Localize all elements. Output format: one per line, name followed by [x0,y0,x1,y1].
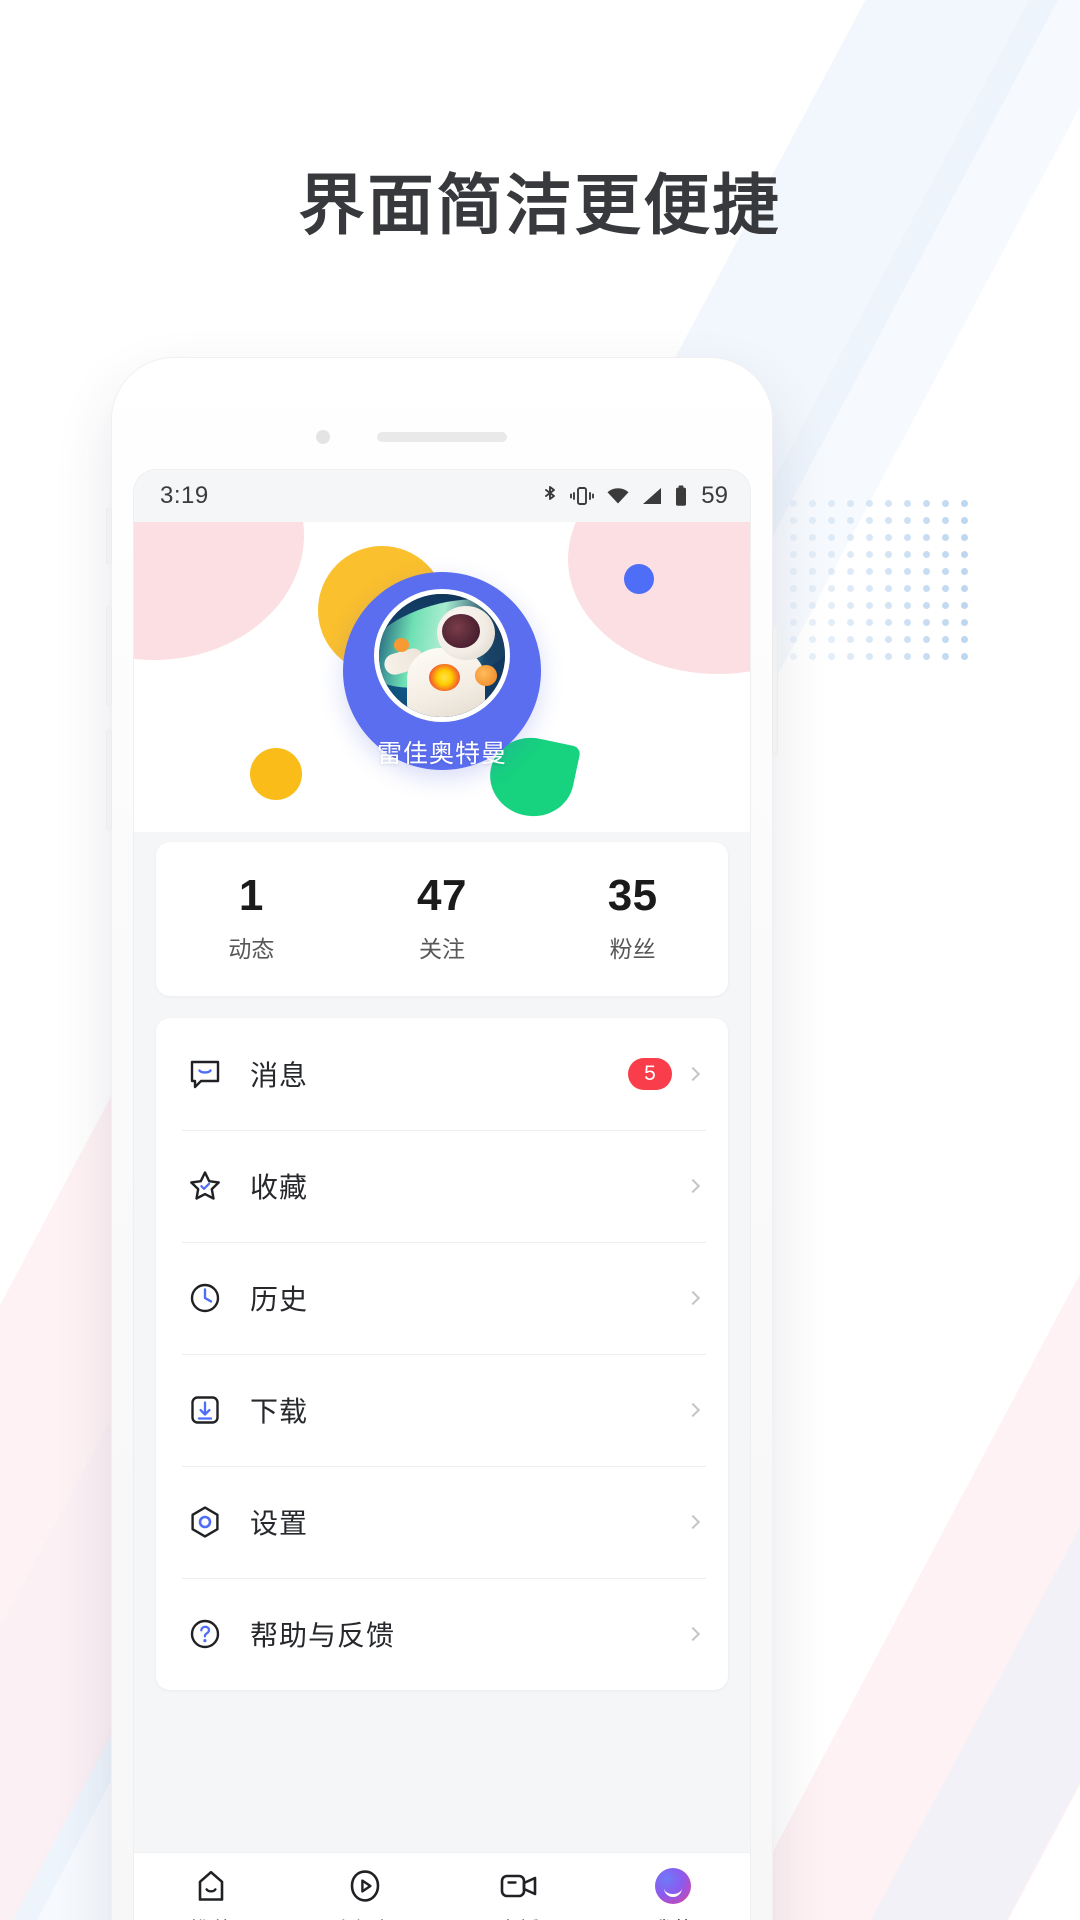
chevron-right-icon [685,1178,701,1193]
chevron-right-icon [685,1402,701,1417]
help-icon [182,1617,228,1651]
shortvideo-icon [347,1867,383,1905]
menu-card: 消息 5 收藏历史下载设置帮助与反馈 [156,1017,728,1690]
unread-badge: 5 [628,1057,672,1090]
status-bar-clock: 3:19 [160,482,209,509]
menu-item-帮助与反馈[interactable]: 帮助与反馈 [182,1577,706,1690]
stat-label: 粉丝 [609,935,656,962]
stats-card: 1 动态 47 关注 35 粉丝 [156,842,728,996]
decorative-blob-blue [624,564,654,594]
screenshot-stage: 界面简洁更便捷 3:19 59 雷佳奥特曼 1 动态 47 关注 35 粉丝 消… [0,0,1080,1920]
username-label: 雷佳奥特曼 [376,740,507,768]
profile-header: 雷佳奥特曼 [134,522,750,832]
tab-直播[interactable]: 直播 [442,1867,596,1920]
bottom-tab-bar: 推荐 小视频 直播 我的 [134,1852,750,1920]
volume-down-button [106,730,112,830]
phone-screen: 3:19 59 雷佳奥特曼 1 动态 47 关注 35 粉丝 消息 5 收藏 历… [134,470,750,1920]
stat-value: 35 [607,871,658,920]
phone-button [106,508,112,564]
front-camera [316,430,330,444]
dot-grid-decoration [790,500,970,675]
cellular-signal-icon [641,486,663,506]
live-icon [499,1867,539,1905]
profile-avatar-icon [655,1867,691,1905]
menu-item-label: 下载 [250,1395,309,1427]
tab-label: 推荐 [190,1914,233,1920]
stat-value: 1 [238,871,264,920]
tab-小视频[interactable]: 小视频 [288,1867,442,1920]
profile-avatar-icon [655,1868,691,1904]
bluetooth-icon [542,484,558,508]
menu-item-label: 消息 [250,1059,309,1091]
chevron-right-icon [685,1290,701,1305]
settings-icon [182,1505,228,1539]
tab-推荐[interactable]: 推荐 [134,1867,288,1920]
volume-up-button [106,606,112,706]
battery-icon [674,485,688,507]
avatar-image [374,589,510,722]
menu-item-历史[interactable]: 历史 [182,1241,706,1354]
menu-item-label: 历史 [250,1283,309,1315]
tab-label: 我的 [652,1914,695,1920]
star-icon [182,1169,228,1203]
stat-item-关注[interactable]: 47 关注 [347,872,538,964]
status-bar: 3:19 59 [134,470,750,522]
menu-item-label: 收藏 [250,1171,309,1203]
chevron-right-icon [685,1626,701,1641]
home-icon [193,1867,229,1905]
chevron-right-icon [685,1066,701,1081]
decorative-blob-pink [134,522,304,660]
stat-item-动态[interactable]: 1 动态 [156,872,347,964]
power-button [772,626,778,756]
bottom-spacer [134,1690,750,1776]
history-icon [182,1281,228,1315]
stat-label: 关注 [419,935,465,962]
decorative-blob-pink [568,522,750,674]
tab-我的[interactable]: 我的 [596,1867,750,1920]
menu-item-label: 帮助与反馈 [250,1619,396,1651]
wifi-icon [606,486,630,506]
menu-item-收藏[interactable]: 收藏 [182,1129,706,1242]
decorative-blob-yellow-small [250,748,302,800]
stat-label: 动态 [228,935,275,962]
chevron-right-icon [685,1514,701,1529]
stat-value: 47 [417,871,467,920]
vibrate-icon [569,485,595,507]
status-bar-icons: 59 [542,482,728,510]
tab-label: 小视频 [333,1914,398,1920]
menu-item-label: 设置 [250,1507,309,1539]
page-title: 界面简洁更便捷 [298,168,782,242]
menu-item-设置[interactable]: 设置 [182,1465,706,1578]
message-icon [182,1057,228,1091]
phone-mockup: 3:19 59 雷佳奥特曼 1 动态 47 关注 35 粉丝 消息 5 收藏 历… [106,358,778,1920]
menu-item-下载[interactable]: 下载 [182,1353,706,1466]
stat-item-粉丝[interactable]: 35 粉丝 [537,872,728,964]
battery-percent-label: 59 [701,482,728,509]
tab-label: 直播 [498,1914,541,1920]
avatar[interactable]: 雷佳奥特曼 [343,572,541,770]
earpiece-speaker [377,432,507,442]
download-icon [182,1393,228,1427]
menu-item-消息[interactable]: 消息 5 [182,1018,702,1130]
